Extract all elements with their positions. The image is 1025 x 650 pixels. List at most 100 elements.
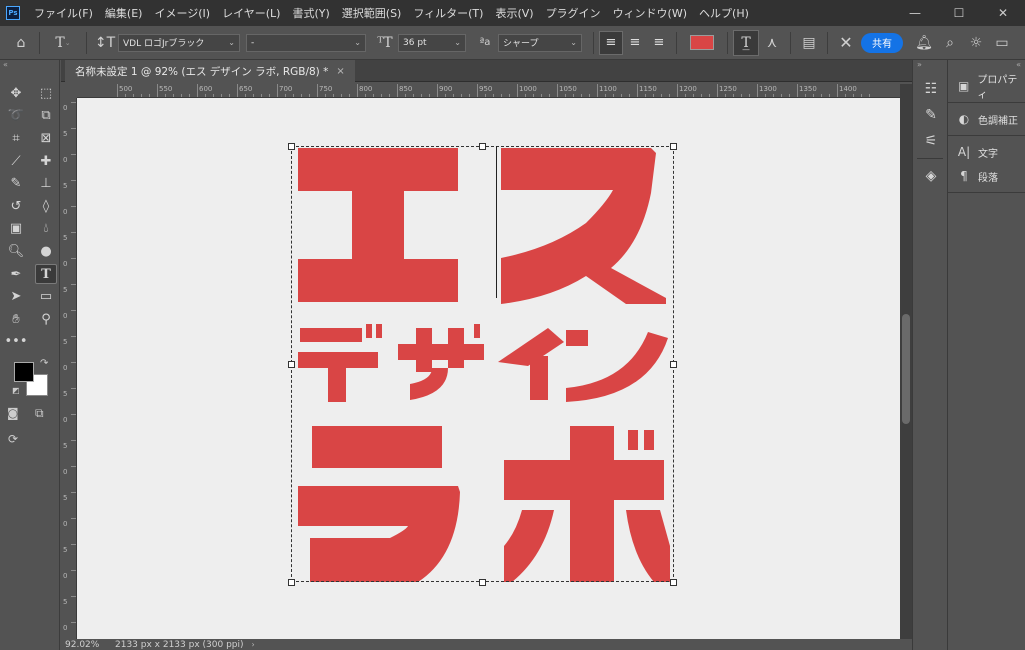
hand-tool-icon[interactable]: ✋︎: [1, 308, 31, 331]
scrollbar-thumb[interactable]: [902, 314, 910, 424]
collapse-dock-icon[interactable]: «: [948, 60, 1025, 70]
character-tab[interactable]: A| 文字: [948, 140, 1025, 164]
gradient-tool-icon[interactable]: ▣: [1, 218, 31, 241]
menu-type[interactable]: 書式(Y): [286, 5, 335, 21]
font-size-select[interactable]: 36 pt ⌄: [398, 33, 466, 52]
stamp-tool-icon[interactable]: ⊥: [31, 172, 61, 195]
default-colors-icon[interactable]: ◩: [12, 386, 20, 395]
dodge-tool-icon[interactable]: 🔍︎: [1, 240, 31, 263]
text-bounding-box[interactable]: [291, 146, 674, 582]
history-brush-tool-icon[interactable]: ↺: [1, 195, 31, 218]
marquee-tool-icon[interactable]: ⬚: [31, 82, 61, 105]
type-tool-preset-icon[interactable]: T ⌄: [45, 30, 81, 56]
menu-filter[interactable]: フィルター(T): [407, 5, 489, 21]
menu-view[interactable]: 表示(V): [489, 5, 539, 21]
transform-handle-bottom-right[interactable]: [670, 579, 677, 586]
more-tools-icon[interactable]: •••: [1, 331, 31, 354]
move-tool-icon[interactable]: ✥: [1, 82, 31, 105]
ruler-label: 750: [319, 85, 333, 93]
cancel-edit-icon[interactable]: ✕: [833, 30, 859, 56]
transform-handle-right[interactable]: [670, 361, 677, 368]
quick-mask-icon[interactable]: ◙: [7, 406, 19, 420]
menu-select[interactable]: 選択範囲(S): [336, 5, 408, 21]
antialias-select[interactable]: シャープ ⌄: [498, 33, 582, 52]
rectangle-tool-icon[interactable]: ▭: [31, 285, 61, 308]
3d-text-icon[interactable]: ⋏: [759, 30, 785, 56]
panel-group-type: A| 文字 ¶ 段落: [948, 136, 1025, 193]
character-panel-toggle-icon[interactable]: ▤: [796, 30, 822, 56]
zoom-tool-icon[interactable]: ⚲: [31, 308, 61, 331]
crop-tool-icon[interactable]: ⌗: [1, 127, 31, 150]
home-icon[interactable]: ⌂: [8, 30, 34, 56]
collapse-strip-icon[interactable]: »: [913, 60, 947, 70]
pen-tool-icon[interactable]: ✒: [1, 263, 31, 286]
history-panel-icon[interactable]: ☷: [913, 76, 949, 102]
transform-handle-bottom-left[interactable]: [288, 579, 295, 586]
transform-handle-top[interactable]: [479, 143, 486, 150]
edit-toolbar-icon[interactable]: ⟳: [8, 432, 18, 446]
collapse-toolbar-icon[interactable]: «: [0, 60, 59, 70]
adjust-sliders-icon[interactable]: ⚟: [913, 128, 949, 154]
vertical-scrollbar[interactable]: [900, 84, 912, 639]
screen-mode-icon[interactable]: ⧉: [35, 406, 44, 421]
zoom-level[interactable]: 92.02%: [61, 640, 115, 650]
share-button[interactable]: 共有: [861, 32, 903, 53]
ruler-label: 5: [63, 234, 68, 242]
status-bar: 92.02% 2133 px x 2133 px (300 ppi) ›: [61, 639, 912, 650]
adjustments-tab[interactable]: ◐ 色調補正: [948, 107, 1025, 131]
close-button[interactable]: ✕: [981, 0, 1025, 26]
toggle-text-orientation-icon[interactable]: ↕T: [92, 30, 118, 56]
eyedropper-tool-icon[interactable]: ⟋: [1, 150, 31, 173]
eraser-tool-icon[interactable]: ◊: [31, 195, 61, 218]
burn-tool-icon[interactable]: ●: [31, 240, 61, 263]
align-left-button[interactable]: ≡: [599, 30, 623, 55]
blur-tool-icon[interactable]: 💧︎: [31, 218, 61, 241]
transform-handle-bottom[interactable]: [479, 579, 486, 586]
vertical-ruler[interactable]: 0 5 0 5 0 5 0 5 0 5 0 5 0 5 0 5 0 5 0 5 0: [61, 98, 77, 639]
character-icon: A|: [957, 145, 971, 159]
close-tab-icon[interactable]: ×: [336, 66, 344, 77]
transform-handle-top-right[interactable]: [670, 143, 677, 150]
brush-tool-icon[interactable]: ✎: [1, 172, 31, 195]
object-select-tool-icon[interactable]: ⧉: [31, 105, 61, 128]
align-center-button[interactable]: ≡: [623, 31, 647, 55]
foreground-color-swatch[interactable]: [14, 362, 34, 382]
brush-settings-icon[interactable]: ✎: [913, 102, 949, 128]
search-icon[interactable]: ⌕: [937, 30, 963, 56]
bell-icon[interactable]: 🔔︎: [911, 30, 937, 56]
menu-image[interactable]: イメージ(I): [148, 5, 216, 21]
horizontal-ruler[interactable]: 500 550 600 650 700 750 800 850 900 950 1000 1050 11…: [77, 84, 900, 98]
layers-panel-icon[interactable]: ◈: [913, 163, 949, 189]
chevron-right-icon[interactable]: ›: [252, 640, 255, 649]
font-style-select[interactable]: - ⌄: [246, 33, 366, 52]
transform-handle-left[interactable]: [288, 361, 295, 368]
document-info[interactable]: 2133 px x 2133 px (300 ppi): [115, 640, 244, 650]
discover-lightbulb-icon[interactable]: ☼: [963, 30, 989, 56]
menu-edit[interactable]: 編集(E): [99, 5, 149, 21]
minimize-button[interactable]: —: [893, 0, 937, 26]
maximize-button[interactable]: ☐: [937, 0, 981, 26]
lasso-tool-icon[interactable]: ➰: [1, 105, 31, 128]
paragraph-tab[interactable]: ¶ 段落: [948, 164, 1025, 188]
swap-colors-icon[interactable]: ↷: [40, 358, 48, 369]
transform-handle-top-left[interactable]: [288, 143, 295, 150]
healing-brush-tool-icon[interactable]: ✚: [31, 150, 61, 173]
ruler-origin[interactable]: [61, 84, 77, 98]
warp-text-icon[interactable]: T̲: [733, 29, 759, 56]
ruler-tick: [637, 84, 638, 97]
menu-file[interactable]: ファイル(F): [28, 5, 99, 21]
workspace-icon[interactable]: ▭: [989, 30, 1015, 56]
font-family-select[interactable]: VDL ロゴJrブラック ⌄: [118, 33, 240, 52]
text-color-swatch[interactable]: [690, 35, 714, 50]
menu-help[interactable]: ヘルプ(H): [693, 5, 755, 21]
align-right-button[interactable]: ≡: [647, 31, 671, 55]
frame-tool-icon[interactable]: ⊠: [31, 127, 61, 150]
menu-plugins[interactable]: プラグイン: [540, 5, 607, 21]
character-label: 文字: [978, 148, 998, 160]
menu-window[interactable]: ウィンドウ(W): [607, 5, 693, 21]
menu-layer[interactable]: レイヤー(L): [216, 5, 286, 21]
path-select-tool-icon[interactable]: ➤: [1, 285, 31, 308]
type-tool-icon[interactable]: T: [35, 264, 57, 285]
document-tab[interactable]: 名称未設定 1 @ 92% (エス デザイン ラボ, RGB/8) * ×: [65, 60, 355, 82]
properties-tab[interactable]: ▣ プロパティ: [948, 74, 1025, 101]
